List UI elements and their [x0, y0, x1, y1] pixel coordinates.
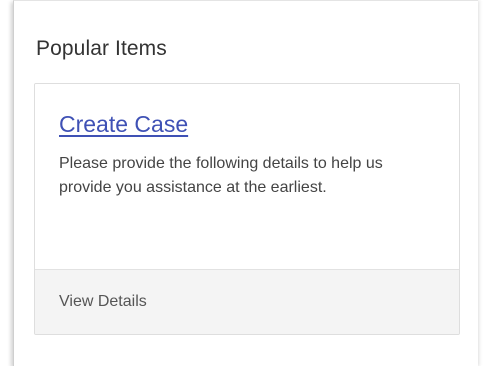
- panel-title: Popular Items: [36, 37, 167, 60]
- card-body: Create Case Please provide the following…: [35, 84, 459, 269]
- create-case-link[interactable]: Create Case: [59, 111, 188, 138]
- view-details-link[interactable]: View Details: [59, 293, 147, 311]
- card-description: Please provide the following details to …: [59, 155, 383, 196]
- popular-item-card: Create Case Please provide the following…: [34, 83, 460, 335]
- card-footer: View Details: [35, 269, 459, 334]
- popular-items-panel: Popular Items Create Case Please provide…: [13, 0, 478, 366]
